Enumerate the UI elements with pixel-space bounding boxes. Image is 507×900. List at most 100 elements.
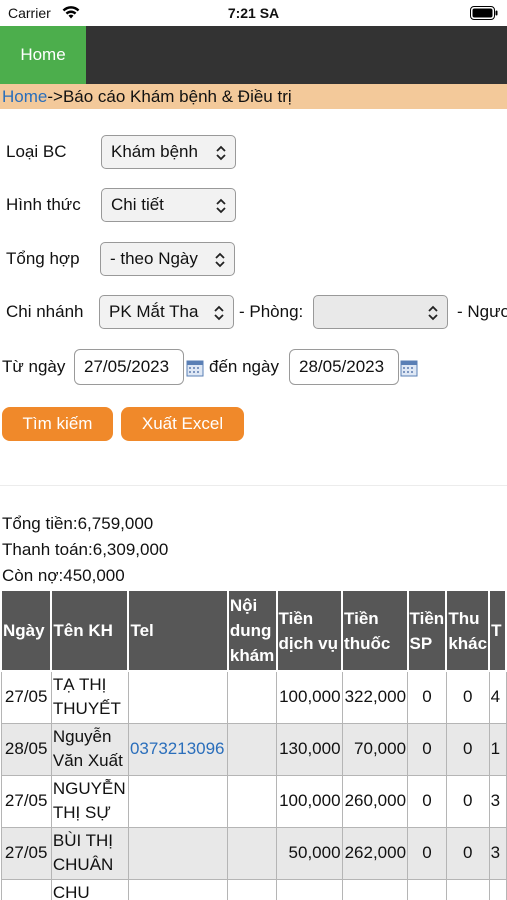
table-row: 27/05 NGUYỄN THỊ SỰ 100,000 260,000 0 0 … [0, 774, 507, 828]
report-table: Ngày Tên KH Tel Nội dung khám Tiền dịch … [0, 589, 507, 900]
col-header-tel: Tel [127, 589, 229, 672]
cell-thu-khac: 0 [445, 722, 490, 776]
breadcrumb: Home->Báo cáo Khám bệnh & Điều trị [0, 84, 507, 109]
cell-ngay: 27/05 [0, 826, 52, 880]
den-ngay-input[interactable]: 28/05/2023 [289, 349, 399, 385]
divider [0, 485, 507, 486]
cell-tien-sp: 0 [407, 722, 447, 776]
cell-noi-dung [227, 774, 278, 828]
phong-label: - Phòng: [239, 302, 304, 321]
table-row: 27/05 TẠ THỊ THUYẾT 100,000 322,000 0 0 … [0, 670, 507, 724]
col-header-tien-dich-vu: Tiền dịch vụ [275, 589, 344, 672]
cell-tien-dich-vu [276, 878, 343, 900]
cell-tel[interactable]: 0373213096 [127, 722, 229, 776]
cell-tien-thuoc: 260,000 [341, 774, 409, 828]
chi-nhanh-value: PK Mắt Tha [109, 302, 199, 321]
cell-tien-thuoc: 322,000 [341, 670, 409, 724]
cell-tien-thuoc [341, 878, 409, 900]
chevron-updown-icon [216, 198, 226, 214]
status-bar: Carrier 7:21 SA [0, 0, 507, 26]
cell-ten-kh: CHU [50, 878, 129, 900]
chevron-updown-icon [214, 305, 224, 321]
col-header-ten-kh: Tên KH [50, 589, 130, 672]
cell-tel[interactable] [127, 826, 229, 880]
row-tong-hop: Tổng hợp [6, 242, 80, 276]
cell-thu-khac [445, 878, 490, 900]
col-header-truncated: T [488, 589, 507, 672]
battery-icon [470, 6, 498, 20]
summary-total: Tổng tiền:6,759,000 [2, 514, 154, 533]
tu-ngay-input[interactable]: 27/05/2023 [74, 349, 184, 385]
nguoi-label: - Ngươ [457, 302, 507, 321]
cell-thu-khac: 0 [445, 774, 490, 828]
col-header-thu-khac: Thu khác [445, 589, 491, 672]
table-row: 28/05 Nguyễn Văn Xuất 0373213096 130,000… [0, 722, 507, 776]
cell-noi-dung [227, 670, 278, 724]
cell-tien-thuoc: 262,000 [341, 826, 409, 880]
cell-truncated [488, 878, 507, 900]
cell-truncated: 3 [488, 774, 507, 828]
table-row: CHU [0, 878, 507, 900]
cell-tel[interactable] [127, 670, 229, 724]
chevron-updown-icon [428, 305, 438, 321]
row-hinh-thuc: Hình thức [6, 188, 81, 222]
tong-hop-value: - theo Ngày [110, 249, 198, 268]
cell-tel[interactable] [127, 774, 229, 828]
hinh-thuc-value: Chi tiết [111, 195, 164, 214]
tong-hop-select[interactable]: - theo Ngày [100, 242, 235, 276]
nav-home-button[interactable]: Home [0, 26, 86, 84]
calendar-icon[interactable] [400, 359, 418, 377]
cell-noi-dung [227, 878, 278, 900]
cell-ngay: 27/05 [0, 670, 52, 724]
cell-tien-thuoc: 70,000 [341, 722, 409, 776]
tu-ngay-label: Từ ngày [2, 357, 66, 376]
chevron-updown-icon [216, 145, 226, 161]
phong-select[interactable] [313, 295, 448, 329]
summary-paid: Thanh toán:6,309,000 [2, 540, 169, 559]
cell-truncated: 3 [488, 826, 507, 880]
cell-ten-kh: BÙI THỊ CHUÂN [50, 826, 129, 880]
clock: 7:21 SA [227, 5, 280, 21]
cell-tel[interactable] [127, 878, 229, 900]
cell-noi-dung [227, 722, 278, 776]
cell-truncated: 1 [488, 722, 507, 776]
loai-bc-label: Loại BC [6, 142, 67, 161]
cell-ten-kh: NGUYỄN THỊ SỰ [50, 774, 129, 828]
cell-ngay: 28/05 [0, 722, 52, 776]
breadcrumb-current: ->Báo cáo Khám bệnh & Điều trị [47, 87, 292, 106]
cell-ten-kh: Nguyễn Văn Xuất [50, 722, 129, 776]
cell-ngay [0, 878, 52, 900]
loai-bc-value: Khám bệnh [111, 142, 198, 161]
report-table-container[interactable]: Ngày Tên KH Tel Nội dung khám Tiền dịch … [0, 589, 507, 900]
cell-truncated: 4 [488, 670, 507, 724]
breadcrumb-home-link[interactable]: Home [2, 87, 47, 106]
cell-tien-sp [407, 878, 447, 900]
search-button[interactable]: Tìm kiếm [2, 407, 113, 441]
cell-thu-khac: 0 [445, 826, 490, 880]
cell-tien-dich-vu: 130,000 [276, 722, 343, 776]
col-header-ngay: Ngày [0, 589, 53, 672]
cell-tien-dich-vu: 50,000 [276, 826, 343, 880]
top-navbar: Home [0, 26, 507, 84]
cell-tien-sp: 0 [407, 774, 447, 828]
hinh-thuc-select[interactable]: Chi tiết [101, 188, 236, 222]
export-excel-button[interactable]: Xuất Excel [121, 407, 244, 441]
chevron-updown-icon [215, 252, 225, 268]
row-loai-bc: Loại BC [6, 135, 66, 169]
tong-hop-label: Tổng hợp [6, 249, 80, 268]
cell-tien-dich-vu: 100,000 [276, 670, 343, 724]
col-header-noi-dung: Nội dung khám [226, 589, 278, 672]
cell-ngay: 27/05 [0, 774, 52, 828]
cell-tien-dich-vu: 100,000 [276, 774, 343, 828]
calendar-icon[interactable] [186, 359, 204, 377]
loai-bc-select[interactable]: Khám bệnh [101, 135, 236, 169]
cell-tien-sp: 0 [407, 670, 447, 724]
cell-noi-dung [227, 826, 278, 880]
cell-ten-kh: TẠ THỊ THUYẾT [50, 670, 129, 724]
row-chi-nhanh: Chi nhánh [6, 295, 84, 329]
chi-nhanh-select[interactable]: PK Mắt Tha [99, 295, 234, 329]
table-header-row: Ngày Tên KH Tel Nội dung khám Tiền dịch … [0, 589, 507, 672]
cell-thu-khac: 0 [445, 670, 490, 724]
table-row: 27/05 BÙI THỊ CHUÂN 50,000 262,000 0 0 3 [0, 826, 507, 880]
den-ngay-label: đến ngày [209, 357, 279, 376]
